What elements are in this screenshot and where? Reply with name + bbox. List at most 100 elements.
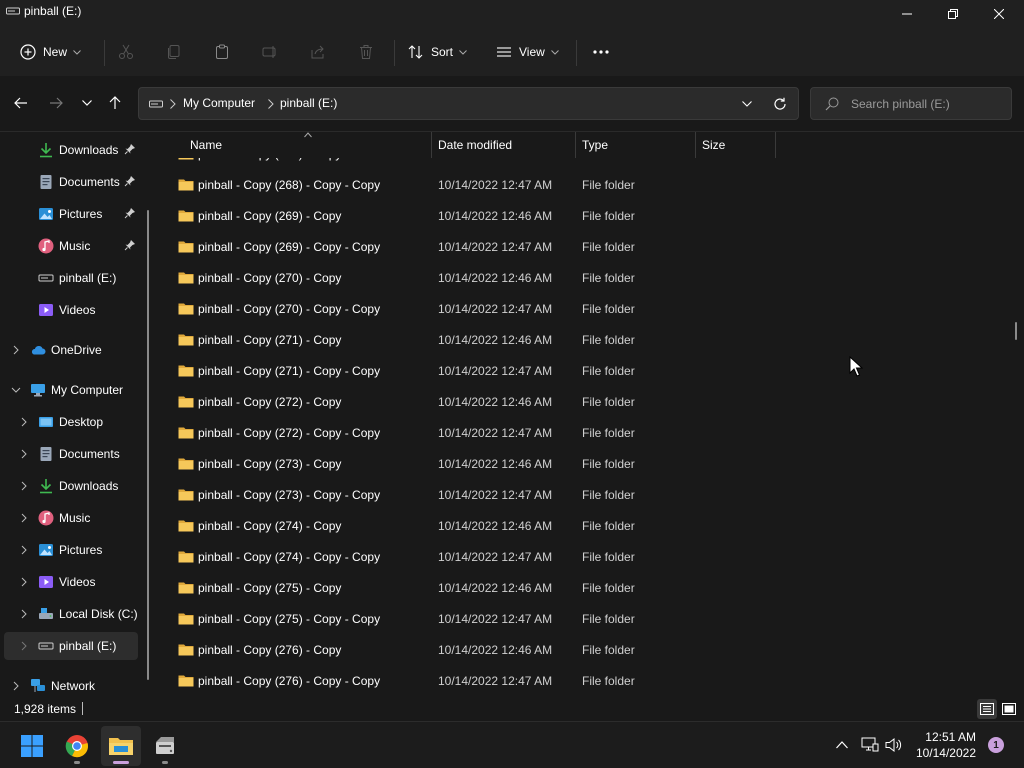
file-row[interactable]: pinball - Copy (268) - Copy - Copy 10/14/…: [172, 170, 792, 201]
file-row[interactable]: pinball - Copy (274) - Copy 10/14/2022 12…: [172, 511, 792, 542]
taskbar-chrome[interactable]: [57, 726, 97, 766]
file-name: pinball - Copy (273) - Copy: [198, 457, 342, 471]
file-date-modified: 10/14/2022 12:47 AM: [438, 550, 553, 564]
file-row[interactable]: pinball - Copy (272) - Copy - Copy 10/14/…: [172, 418, 792, 449]
chevron-right-icon[interactable]: [18, 576, 30, 588]
sidebar-item-local-disk[interactable]: Local Disk (C:): [4, 600, 138, 628]
new-button[interactable]: New: [20, 38, 81, 66]
rename-button[interactable]: [259, 41, 281, 63]
sidebar-item-music-pinned[interactable]: Music: [4, 232, 138, 260]
sidebar-item-documents-pinned[interactable]: Documents: [4, 168, 138, 196]
column-divider[interactable]: [431, 132, 432, 158]
start-button[interactable]: [12, 726, 52, 766]
arrow-up-icon: [109, 96, 121, 109]
sidebar-item-music[interactable]: Music: [4, 504, 138, 532]
sidebar-scrollbar-thumb[interactable]: [147, 210, 149, 680]
chevron-right-icon[interactable]: [18, 448, 30, 460]
content-scrollbar-thumb[interactable]: [1015, 322, 1017, 340]
sidebar-item-desktop[interactable]: Desktop: [4, 408, 138, 436]
details-view-button[interactable]: [977, 699, 997, 719]
file-row[interactable]: pinball - Copy (271) - Copy 10/14/2022 12…: [172, 325, 792, 356]
restore-button[interactable]: [930, 0, 976, 28]
folder-icon: [178, 396, 194, 408]
copy-button[interactable]: [163, 41, 185, 63]
search-box[interactable]: Search pinball (E:): [810, 87, 1012, 120]
paste-button[interactable]: [211, 41, 233, 63]
chevron-right-icon[interactable]: [18, 512, 30, 524]
arrow-right-icon: [50, 97, 63, 109]
file-row[interactable]: pinball - Copy (274) - Copy - Copy 10/14/…: [172, 542, 792, 573]
sidebar-item-onedrive[interactable]: OneDrive: [4, 336, 138, 364]
file-row[interactable]: pinball - Copy (269) - Copy - Copy 10/14/…: [172, 232, 792, 263]
taskbar-file-explorer[interactable]: [101, 726, 141, 766]
chevron-down-icon[interactable]: [10, 384, 22, 396]
breadcrumb-pinball-drive[interactable]: pinball (E:): [280, 96, 337, 110]
delete-icon: [360, 45, 372, 59]
column-divider[interactable]: [775, 132, 776, 158]
refresh-icon[interactable]: [773, 97, 787, 111]
column-name[interactable]: Name: [190, 138, 222, 152]
more-options-button[interactable]: [590, 41, 612, 63]
file-row[interactable]: pinball - Copy (271) - Copy - Copy 10/14/…: [172, 356, 792, 387]
clock[interactable]: 12:51 AM 10/14/2022: [908, 729, 976, 761]
breadcrumb-my-computer[interactable]: My Computer: [183, 96, 255, 110]
taskbar-app[interactable]: [145, 726, 185, 766]
file-row[interactable]: pinball - Copy (273) - Copy 10/14/2022 12…: [172, 449, 792, 480]
delete-button[interactable]: [355, 41, 377, 63]
share-button[interactable]: [307, 41, 329, 63]
notification-badge[interactable]: 1: [988, 737, 1004, 753]
cut-button[interactable]: [115, 41, 137, 63]
file-type: File folder: [582, 581, 635, 595]
file-row[interactable]: pinball - Copy (275) - Copy 10/14/2022 12…: [172, 573, 792, 604]
show-hidden-icons-button[interactable]: [832, 736, 852, 754]
minimize-button[interactable]: [884, 0, 930, 28]
file-row[interactable]: pinball - Copy (276) - Copy - Copy 10/14/…: [172, 666, 792, 697]
sidebar-item-pictures[interactable]: Pictures: [4, 536, 138, 564]
column-divider[interactable]: [575, 132, 576, 158]
sidebar-item-downloads[interactable]: Downloads: [4, 472, 138, 500]
sidebar-item-pinball-drive[interactable]: pinball (E:): [4, 632, 138, 660]
sidebar-item-documents[interactable]: Documents: [4, 440, 138, 468]
up-button[interactable]: [104, 92, 126, 114]
column-divider[interactable]: [695, 132, 696, 158]
sidebar-item-pictures-pinned[interactable]: Pictures: [4, 200, 138, 228]
address-bar[interactable]: My Computer pinball (E:): [138, 87, 799, 120]
file-type: File folder: [582, 364, 635, 378]
column-type[interactable]: Type: [582, 138, 608, 152]
chevron-right-icon[interactable]: [10, 680, 22, 692]
sort-button[interactable]: Sort: [408, 38, 467, 66]
file-date-modified: 10/14/2022 12:46 AM: [438, 519, 553, 533]
view-button[interactable]: View: [496, 38, 559, 66]
chevron-right-icon[interactable]: [18, 640, 30, 652]
back-button[interactable]: [10, 92, 32, 114]
file-row[interactable]: pinball - Copy (275) - Copy - Copy 10/14/…: [172, 604, 792, 635]
network-status-button[interactable]: [860, 736, 880, 754]
sidebar-item-downloads-pinned[interactable]: Downloads: [4, 136, 138, 164]
column-size[interactable]: Size: [702, 138, 725, 152]
sidebar-item-pinball-quick[interactable]: pinball (E:): [4, 264, 138, 292]
file-row[interactable]: pinball - Copy (276) - Copy 10/14/2022 12…: [172, 635, 792, 666]
volume-button[interactable]: [884, 736, 904, 754]
file-row[interactable]: pinball - Copy (272) - Copy 10/14/2022 12…: [172, 387, 792, 418]
chevron-right-icon[interactable]: [18, 480, 30, 492]
file-row[interactable]: pinball - Copy (270) - Copy 10/14/2022 12…: [172, 263, 792, 294]
chevron-right-icon[interactable]: [18, 608, 30, 620]
file-row[interactable]: pinball - Copy (269) - Copy 10/14/2022 12…: [172, 201, 792, 232]
file-name: pinball - Copy (271) - Copy: [198, 333, 342, 347]
file-row[interactable]: pinball - Copy (273) - Copy - Copy 10/14/…: [172, 480, 792, 511]
file-row[interactable]: pinball - Copy (270) - Copy - Copy 10/14/…: [172, 294, 792, 325]
sidebar-item-network[interactable]: Network: [4, 672, 138, 697]
sidebar-item-videos[interactable]: Videos: [4, 568, 138, 596]
column-date-modified[interactable]: Date modified: [438, 138, 512, 152]
sidebar-item-my-computer[interactable]: My Computer: [4, 376, 138, 404]
chevron-down-icon[interactable]: [742, 101, 752, 107]
chevron-right-icon[interactable]: [10, 344, 22, 356]
recent-locations-button[interactable]: [76, 92, 98, 114]
large-icons-view-button[interactable]: [999, 699, 1019, 719]
sidebar-item-label: Documents: [59, 447, 120, 461]
close-button[interactable]: [976, 0, 1022, 28]
sidebar-item-videos-quick[interactable]: Videos: [4, 296, 138, 324]
chevron-right-icon[interactable]: [18, 544, 30, 556]
chevron-right-icon[interactable]: [18, 416, 30, 428]
forward-button[interactable]: [45, 92, 67, 114]
